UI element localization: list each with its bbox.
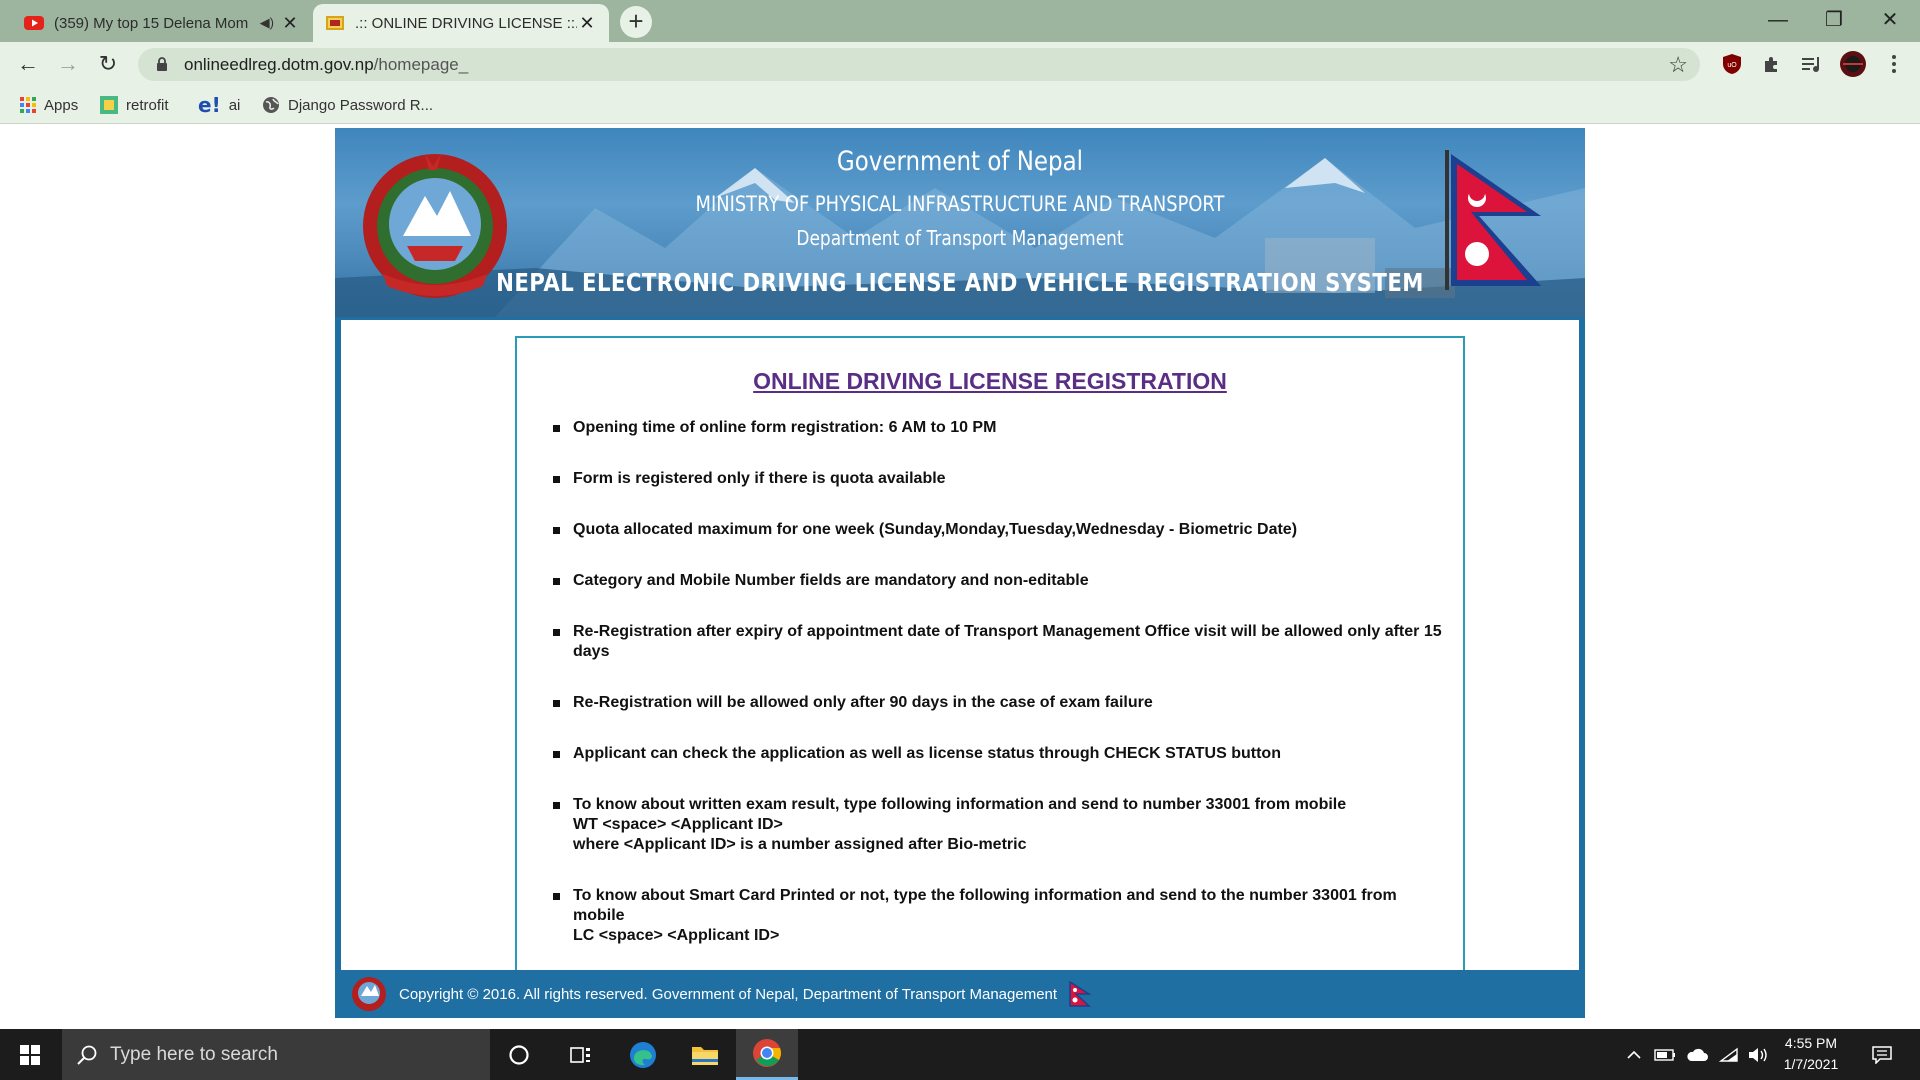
browser-toolbar: ← → ↻ onlineedlreg.dotm.gov.np/homepage_… <box>0 42 1920 86</box>
task-view-icon[interactable] <box>550 1029 612 1080</box>
ministry-title: MINISTRY OF PHYSICAL INFRASTRUCTURE AND … <box>695 192 1225 216</box>
rule-item: Re-Registration after expiry of appointm… <box>553 622 1443 662</box>
lock-icon <box>152 57 172 72</box>
site-favicon-icon <box>325 13 345 33</box>
reload-icon[interactable]: ↻ <box>92 48 124 80</box>
tab-title: .:: ONLINE DRIVING LICENSE ::. <box>355 14 577 32</box>
url-text: onlineedlreg.dotm.gov.np/homepage_ <box>184 54 469 74</box>
menu-kebab-icon[interactable] <box>1880 50 1908 78</box>
bookmark-label: retrofit <box>126 96 169 114</box>
bookmark-ai[interactable]: e! ai <box>198 93 241 117</box>
bookmark-label: ai <box>228 96 241 114</box>
svg-text:uO: uO <box>1727 62 1737 69</box>
bookmark-star-icon[interactable]: ☆ <box>1668 52 1688 78</box>
government-title: Government of Nepal <box>836 146 1084 177</box>
new-tab-button[interactable]: + <box>620 6 652 38</box>
globe-icon <box>262 96 280 114</box>
retrofit-icon <box>100 96 118 114</box>
notice-title: ONLINE DRIVING LICENSE REGISTRATION <box>753 368 1227 394</box>
show-hidden-icons-chevron-icon[interactable] <box>1620 1029 1648 1080</box>
system-title: NEPAL ELECTRONIC DRIVING LICENSE AND VEH… <box>496 268 1424 297</box>
tab-youtube[interactable]: (359) My top 15 Delena Mom ◀) ✕ <box>12 4 312 42</box>
browser-tab-bar: (359) My top 15 Delena Mom ◀) ✕ .:: ONLI… <box>0 0 1920 42</box>
rule-item: Opening time of online form registration… <box>553 418 1443 438</box>
extensions-puzzle-icon[interactable] <box>1758 50 1786 78</box>
tab-driving-license[interactable]: .:: ONLINE DRIVING LICENSE ::. ✕ <box>313 4 609 42</box>
nepal-flag-icon <box>1445 150 1541 290</box>
close-window-button[interactable]: ✕ <box>1862 4 1918 36</box>
minimize-button[interactable]: — <box>1750 4 1806 36</box>
speaker-icon[interactable]: ◀) <box>260 15 274 31</box>
notice-box: ONLINE DRIVING LICENSE REGISTRATION Open… <box>515 336 1465 970</box>
main-content: ONLINE DRIVING LICENSE REGISTRATION Open… <box>341 320 1579 970</box>
rule-item: Form is registered only if there is quot… <box>553 469 1443 489</box>
notifications-icon[interactable] <box>1862 1029 1902 1080</box>
windows-start-icon[interactable] <box>0 1029 60 1080</box>
bookmark-django[interactable]: Django Password R... <box>262 94 433 116</box>
onedrive-cloud-icon[interactable] <box>1682 1029 1712 1080</box>
clock-time: 4:55 PM <box>1784 1035 1838 1051</box>
rules-list: Opening time of online form registration… <box>553 418 1443 946</box>
web-page: Government of Nepal MINISTRY OF PHYSICAL… <box>0 125 1920 1029</box>
clock-date: 1/7/2021 <box>1783 1056 1839 1072</box>
rule-item: Re-Registration will be allowed only aft… <box>553 693 1443 713</box>
battery-icon[interactable] <box>1650 1029 1680 1080</box>
copyright-text: Copyright © 2016. All rights reserved. G… <box>399 985 1058 1003</box>
department-title: Department of Transport Management <box>796 226 1124 250</box>
back-arrow-icon[interactable]: ← <box>12 48 44 80</box>
bookmark-apps[interactable]: Apps <box>20 94 78 116</box>
youtube-icon <box>24 13 44 33</box>
volume-icon[interactable] <box>1744 1029 1772 1080</box>
address-bar[interactable]: onlineedlreg.dotm.gov.np/homepage_ ☆ <box>138 48 1700 81</box>
search-icon <box>76 1044 98 1066</box>
wifi-icon[interactable] <box>1714 1029 1744 1080</box>
footer-emblem-icon <box>352 977 386 1011</box>
media-queue-icon[interactable] <box>1798 50 1826 78</box>
cortana-icon[interactable] <box>488 1029 550 1080</box>
rule-item: To know about Smart Card Printed or not,… <box>553 886 1443 946</box>
search-placeholder: Type here to search <box>110 1043 278 1065</box>
profile-avatar[interactable] <box>1838 49 1868 79</box>
e-logo-icon: e! <box>198 93 221 117</box>
site-container: Government of Nepal MINISTRY OF PHYSICAL… <box>335 128 1585 1018</box>
system-clock[interactable]: 4:55 PM 1/7/2021 <box>1770 1033 1852 1075</box>
tab-title: (359) My top 15 Delena Mom <box>54 14 249 32</box>
restore-button[interactable]: ❐ <box>1806 4 1862 36</box>
edge-browser-icon[interactable] <box>612 1029 674 1080</box>
file-explorer-icon[interactable] <box>674 1029 736 1080</box>
footer-flag-icon <box>1069 981 1092 1007</box>
bookmarks-bar: Apps retrofit e! ai Django Password R... <box>0 86 1920 124</box>
close-tab-icon[interactable]: ✕ <box>280 13 300 34</box>
site-header-banner: Government of Nepal MINISTRY OF PHYSICAL… <box>335 128 1585 317</box>
rule-item: Category and Mobile Number fields are ma… <box>553 571 1443 591</box>
bookmark-label: Django Password R... <box>288 96 434 114</box>
rule-item: Quota allocated maximum for one week (Su… <box>553 520 1443 540</box>
rule-item: To know about written exam result, type … <box>553 795 1443 855</box>
site-footer: Copyright © 2016. All rights reserved. G… <box>335 970 1585 1018</box>
windows-taskbar: Type here to search 4:55 PM 1/7/2021 <box>0 1029 1920 1080</box>
bookmark-label: Apps <box>44 96 79 114</box>
rule-item: Applicant can check the application as w… <box>553 744 1443 764</box>
forward-arrow-icon[interactable]: → <box>52 48 84 80</box>
taskbar-search-input[interactable]: Type here to search <box>62 1029 490 1080</box>
ublock-icon[interactable]: uO <box>1718 50 1746 78</box>
bookmark-retrofit[interactable]: retrofit <box>100 94 169 116</box>
chrome-icon[interactable] <box>736 1029 798 1080</box>
apps-grid-icon <box>20 97 36 113</box>
close-tab-icon[interactable]: ✕ <box>577 13 597 34</box>
